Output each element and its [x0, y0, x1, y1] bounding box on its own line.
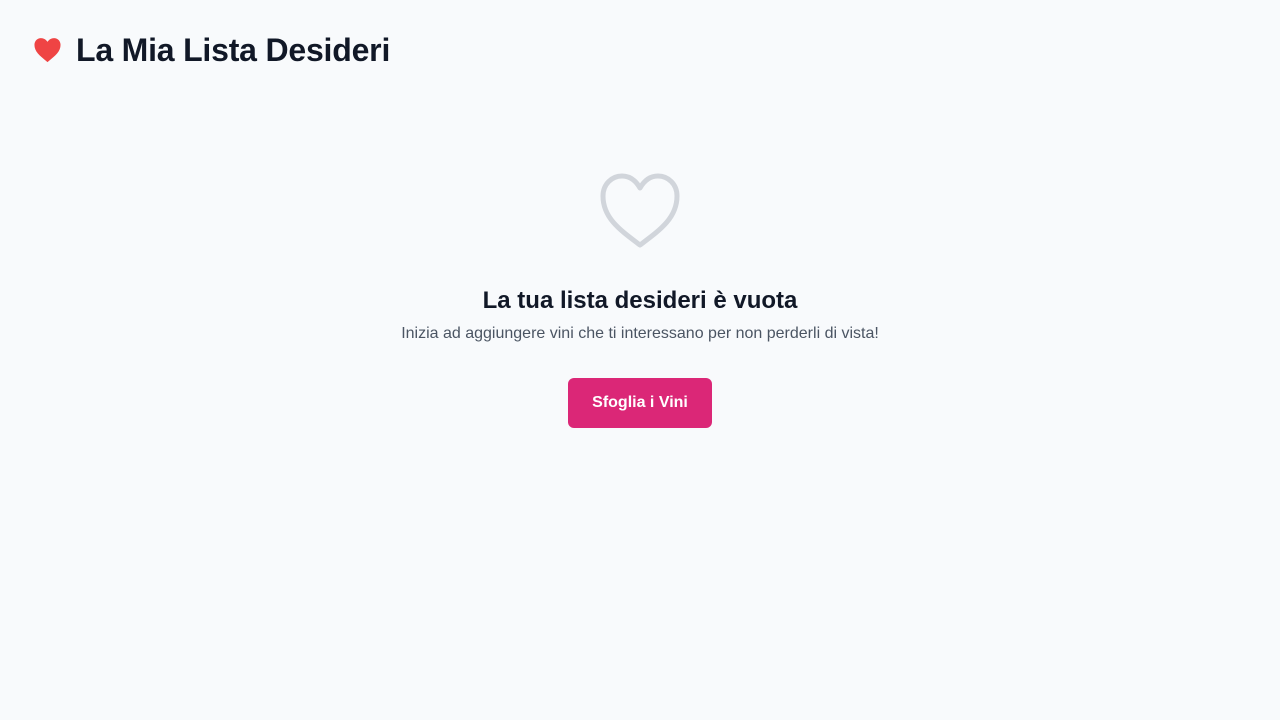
wishlist-page: La Mia Lista Desideri La tua lista desid…: [0, 0, 1280, 720]
page-header: La Mia Lista Desideri: [33, 30, 390, 70]
empty-wishlist-state: La tua lista desideri è vuota Inizia ad …: [0, 172, 1280, 428]
heart-icon: [33, 36, 62, 64]
empty-state-title: La tua lista desideri è vuota: [482, 287, 798, 314]
browse-wines-button[interactable]: Sfoglia i Vini: [568, 378, 712, 428]
empty-state-subtitle: Inizia ad aggiungere vini che ti interes…: [401, 325, 879, 342]
page-title: La Mia Lista Desideri: [76, 32, 391, 68]
heart-outline-icon: [599, 172, 681, 250]
